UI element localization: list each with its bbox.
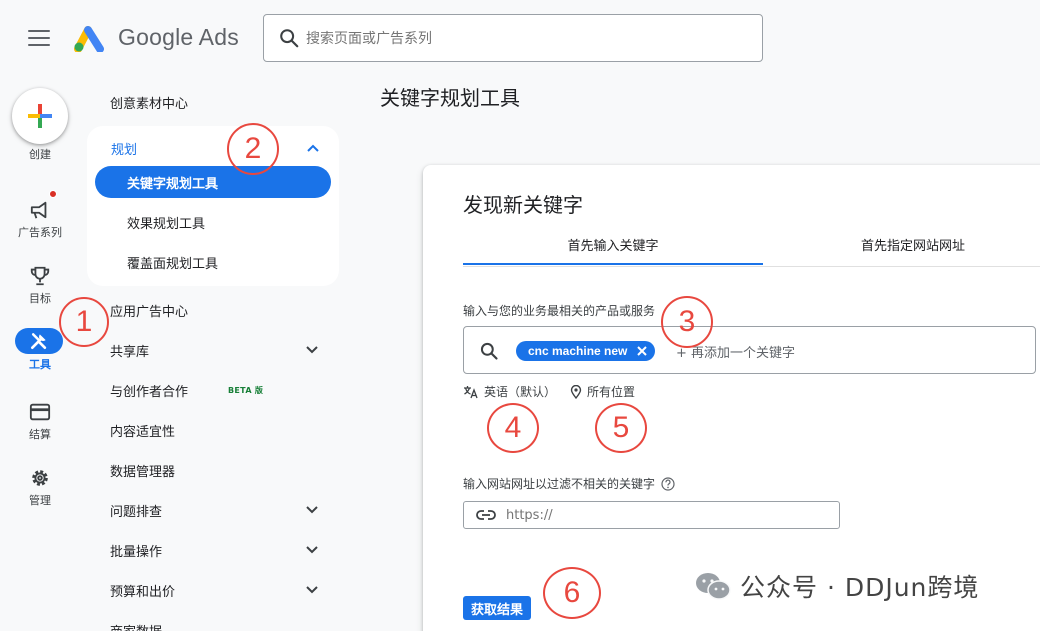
tab-start-with-website[interactable]: 首先指定网站网址 xyxy=(763,225,1040,265)
nav-item-label: 预算和出价 xyxy=(110,584,176,600)
keyword-input[interactable]: cnc machine new + 再添加一个关键字 xyxy=(463,326,1036,374)
tab-start-with-keywords[interactable]: 首先输入关键字 xyxy=(463,225,763,265)
watermark-text: 公众号 · DDJun跨境 xyxy=(740,573,980,602)
nav-item-label: 商家数据 xyxy=(110,621,162,631)
rail-label: 管理 xyxy=(29,494,51,507)
nav-item-content-suitability[interactable]: 内容适宜性 xyxy=(110,410,320,450)
url-hint-text: 输入网站网址以过滤不相关的关键字 xyxy=(463,477,656,491)
link-icon xyxy=(476,510,496,520)
location-label: 所有位置 xyxy=(587,385,636,399)
nav-item-data-manager[interactable]: 数据管理器 xyxy=(110,450,320,490)
plan-group: 规划 关键字规划工具 效果规划工具 覆盖面规划工具 xyxy=(87,126,339,286)
nav-item-label: 覆盖面规划工具 xyxy=(127,256,219,272)
discover-keywords-card: 发现新关键字 首先输入关键字 首先指定网站网址 输入与您的业务最相关的产品或服务… xyxy=(423,165,1040,631)
left-rail: 创建 广告系列 目标 工具 结算 管理 xyxy=(0,76,80,631)
nav-item-keyword-planner[interactable]: 关键字规划工具 xyxy=(95,166,331,198)
nav-item-asset-library[interactable]: 创意素材中心 xyxy=(110,82,320,122)
annotation-circle: 1 xyxy=(59,297,109,347)
tab-label: 首先输入关键字 xyxy=(567,239,659,254)
search-icon xyxy=(280,29,299,48)
notification-dot xyxy=(49,190,57,198)
translate-icon xyxy=(464,385,478,398)
nav-item-troubleshooting[interactable]: 问题排查 xyxy=(110,490,320,530)
nav-item-creators[interactable]: 与创作者合作 BETA 版 xyxy=(110,370,320,410)
page-title: 关键字规划工具 xyxy=(380,86,520,110)
nav-item-shared-library[interactable]: 共享库 xyxy=(110,330,320,370)
credit-card-icon xyxy=(29,403,51,421)
website-url-input[interactable] xyxy=(506,507,806,523)
nav-group-planning[interactable]: 规划 xyxy=(111,132,321,164)
keyword-chip-text: cnc machine new xyxy=(528,344,628,358)
close-icon[interactable] xyxy=(635,344,649,358)
help-icon[interactable] xyxy=(661,476,675,491)
nav-item-performance-planner[interactable]: 效果规划工具 xyxy=(95,206,331,238)
tab-divider xyxy=(463,266,1040,267)
annotation-circle: 3 xyxy=(661,296,713,348)
chevron-down-icon[interactable] xyxy=(304,542,320,558)
nav-item-budgets-bidding[interactable]: 预算和出价 xyxy=(110,570,320,610)
website-url-field[interactable] xyxy=(463,501,840,529)
menu-icon[interactable] xyxy=(28,30,50,46)
watermark: 公众号 · DDJun跨境 xyxy=(694,568,979,604)
nav-item-label: 共享库 xyxy=(110,344,150,360)
nav-item-business-data[interactable]: 商家数据 xyxy=(110,610,320,631)
card-title: 发现新关键字 xyxy=(463,193,583,217)
rail-label: 工具 xyxy=(29,358,51,371)
wechat-icon xyxy=(696,573,731,600)
language-label: 英语（默认） xyxy=(484,385,557,399)
rail-label: 结算 xyxy=(29,428,51,441)
location-selector[interactable]: 所有位置 xyxy=(570,383,635,400)
search-box[interactable] xyxy=(263,14,763,62)
tools-icon xyxy=(31,333,47,349)
nav-item-label: 与创作者合作 xyxy=(110,384,189,400)
trophy-icon xyxy=(30,266,50,286)
keyword-hint: 输入与您的业务最相关的产品或服务 xyxy=(463,304,656,318)
brand-name: Google Ads xyxy=(118,24,239,50)
gear-icon xyxy=(32,470,48,486)
keyword-chip: cnc machine new xyxy=(516,341,656,361)
nav-item-label: 批量操作 xyxy=(110,544,163,560)
rail-item-campaigns[interactable]: 广告系列 xyxy=(0,196,80,252)
nav-item-app-center[interactable]: 应用广告中心 xyxy=(110,290,320,330)
annotation-circle: 6 xyxy=(543,567,601,619)
tab-label: 首先指定网站网址 xyxy=(860,239,965,254)
top-bar: Google Ads xyxy=(0,0,1040,76)
location-pin-icon xyxy=(570,384,582,399)
annotation-circle: 2 xyxy=(227,123,279,175)
language-selector[interactable]: 英语（默认） xyxy=(463,383,556,400)
search-icon xyxy=(480,342,498,360)
nav-item-bulk-actions[interactable]: 批量操作 xyxy=(110,530,320,570)
rail-item-admin[interactable]: 管理 xyxy=(0,464,80,520)
nav-item-label: 内容适宜性 xyxy=(110,424,176,440)
nav-item-label: 效果规划工具 xyxy=(127,216,206,232)
chevron-down-icon[interactable] xyxy=(304,502,320,518)
nav-item-label: 问题排查 xyxy=(110,504,163,520)
create-label: 创建 xyxy=(29,148,51,161)
nav-group-label: 规划 xyxy=(111,142,138,158)
url-hint: 输入网站网址以过滤不相关的关键字 xyxy=(463,475,675,492)
search-input[interactable] xyxy=(306,27,726,51)
rail-item-billing[interactable]: 结算 xyxy=(0,398,80,454)
tools-nav-panel: 创意素材中心 规划 关键字规划工具 效果规划工具 覆盖面规划工具 应用广告中心 … xyxy=(80,76,350,631)
beta-badge: BETA 版 xyxy=(228,385,264,395)
chevron-up-icon[interactable] xyxy=(305,140,321,156)
chevron-down-icon[interactable] xyxy=(304,582,320,598)
nav-item-reach-planner[interactable]: 覆盖面规划工具 xyxy=(95,246,331,278)
nav-item-label: 关键字规划工具 xyxy=(127,176,219,192)
chevron-down-icon[interactable] xyxy=(304,342,320,358)
plus-icon xyxy=(28,104,52,128)
google-ads-logo xyxy=(74,26,104,52)
annotation-circle: 4 xyxy=(487,403,539,453)
create-button[interactable] xyxy=(12,88,68,144)
nav-item-label: 应用广告中心 xyxy=(110,304,189,320)
nav-item-label: 数据管理器 xyxy=(110,464,176,480)
nav-item-label: 创意素材中心 xyxy=(110,96,189,112)
annotation-circle: 5 xyxy=(595,403,647,453)
megaphone-icon xyxy=(30,201,47,219)
get-results-button[interactable]: 获取结果 xyxy=(463,596,532,620)
rail-label: 广告系列 xyxy=(18,226,62,239)
